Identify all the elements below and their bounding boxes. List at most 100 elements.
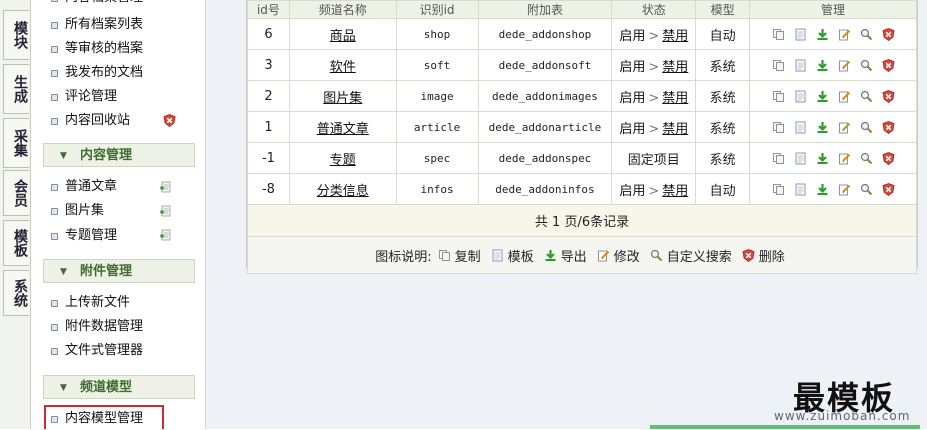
search-icon: [650, 249, 663, 262]
bullet-icon: [51, 22, 58, 29]
tab-member[interactable]: 会员: [3, 170, 29, 216]
arrow-right-icon: >: [648, 28, 660, 44]
triangle-down-icon: ▼: [60, 151, 67, 161]
disable-link[interactable]: 禁用: [662, 91, 688, 106]
channel-name-link[interactable]: 软件: [330, 60, 356, 75]
table-row: -1 专题 spec dede_addonspec 固定项目 系统: [247, 142, 917, 174]
group-attachment-manage[interactable]: ▼ 附件管理: [43, 259, 195, 283]
cell-status: 启用 > 禁用: [611, 111, 697, 143]
channel-name-link[interactable]: 分类信息: [317, 184, 369, 199]
edit-icon[interactable]: [838, 59, 851, 72]
export-icon[interactable]: [816, 59, 829, 72]
cell-channel-name: 普通文章: [288, 111, 397, 143]
left-tab-strip: 模块 生成 采集 会员 模板 系统: [0, 0, 31, 429]
tab-collect[interactable]: 采集: [3, 118, 29, 168]
cell-id: 6: [247, 18, 290, 50]
cell-status: 启用 > 禁用: [611, 80, 697, 112]
tab-generate[interactable]: 生成: [3, 64, 29, 114]
cell-manage: [749, 111, 917, 143]
status-enabled: 启用: [619, 28, 646, 44]
cell-nid: infos: [395, 173, 479, 205]
cell-id: -8: [247, 173, 290, 205]
edit-icon[interactable]: [838, 152, 851, 165]
edit-icon[interactable]: [838, 121, 851, 134]
cell-addon-table: dede_addonarticle: [477, 111, 613, 143]
edit-icon[interactable]: [838, 28, 851, 41]
edit-icon[interactable]: [838, 183, 851, 196]
search-icon[interactable]: [860, 183, 873, 196]
copy-icon: [438, 249, 451, 262]
watermark-url: www.zuimoban.com: [774, 409, 911, 423]
disable-link[interactable]: 禁用: [662, 184, 688, 199]
template-icon[interactable]: [794, 121, 807, 134]
search-icon[interactable]: [860, 90, 873, 103]
legend-delete: 删除: [742, 246, 785, 265]
channel-name-link[interactable]: 专题: [330, 153, 356, 168]
template-icon[interactable]: [794, 152, 807, 165]
edit-icon[interactable]: [838, 90, 851, 103]
disable-link[interactable]: 禁用: [662, 122, 688, 137]
tab-template[interactable]: 模板: [3, 220, 29, 266]
disable-link[interactable]: 禁用: [662, 60, 688, 75]
header-status: 状态: [611, 0, 697, 19]
cell-model: 系统: [695, 49, 751, 81]
add-article-icon[interactable]: [159, 181, 171, 193]
copy-icon[interactable]: [772, 121, 785, 134]
delete-icon[interactable]: [882, 89, 895, 103]
template-icon[interactable]: [794, 59, 807, 72]
copy-icon[interactable]: [772, 28, 785, 41]
group-channel-model[interactable]: ▼ 频道模型: [43, 375, 195, 399]
export-icon[interactable]: [816, 121, 829, 134]
search-icon[interactable]: [860, 59, 873, 72]
cell-nid: spec: [395, 142, 479, 174]
add-album-icon[interactable]: [159, 205, 171, 217]
channel-name-link[interactable]: 商品: [330, 29, 356, 44]
bullet-icon: [51, 208, 58, 215]
delete-icon[interactable]: [882, 151, 895, 165]
export-icon[interactable]: [816, 90, 829, 103]
manage-icons: [750, 151, 916, 165]
delete-icon[interactable]: [882, 27, 895, 41]
copy-icon[interactable]: [772, 90, 785, 103]
delete-icon[interactable]: [882, 120, 895, 134]
copy-icon[interactable]: [772, 152, 785, 165]
delete-icon[interactable]: [882, 182, 895, 196]
search-icon[interactable]: [860, 28, 873, 41]
arrow-right-icon: >: [648, 90, 660, 106]
green-bar: [650, 425, 920, 429]
search-icon[interactable]: [860, 121, 873, 134]
bullet-icon: [51, 118, 58, 125]
disable-link[interactable]: 禁用: [662, 29, 688, 44]
table-row: 2 图片集 image dede_addonimages 启用 > 禁用 系统: [247, 80, 917, 112]
cell-model: 系统: [695, 80, 751, 112]
copy-icon[interactable]: [772, 59, 785, 72]
manage-icons: [750, 89, 916, 103]
export-icon[interactable]: [816, 28, 829, 41]
cell-addon-table: dede_addonspec: [477, 142, 613, 174]
status-enabled: 启用: [619, 59, 646, 75]
delete-icon[interactable]: [882, 58, 895, 72]
add-special-icon[interactable]: [159, 229, 171, 241]
tab-modules[interactable]: 模块: [3, 10, 29, 60]
template-icon[interactable]: [794, 183, 807, 196]
copy-icon[interactable]: [772, 183, 785, 196]
tab-system[interactable]: 系统: [3, 270, 29, 316]
icon-legend: 图标说明: 复制 模板 导出 修改 自定义搜索 删除: [248, 246, 916, 265]
group-content-manage[interactable]: ▼ 内容管理: [43, 143, 195, 167]
arrow-right-icon: >: [648, 59, 660, 75]
table-row: 1 普通文章 article dede_addonarticle 启用 > 禁用 系统: [247, 111, 917, 143]
template-icon[interactable]: [794, 90, 807, 103]
cell-channel-name: 专题: [288, 142, 397, 174]
cell-id: 3: [247, 49, 290, 81]
channel-name-link[interactable]: 普通文章: [317, 122, 369, 137]
bullet-icon: [51, 70, 58, 77]
channel-name-link[interactable]: 图片集: [323, 91, 362, 106]
template-icon[interactable]: [794, 28, 807, 41]
header-id: id号: [247, 0, 290, 19]
legend-copy: 复制: [438, 246, 481, 265]
recycle-delete-icon[interactable]: [163, 114, 176, 127]
export-icon[interactable]: [816, 183, 829, 196]
manage-icons: [750, 27, 916, 41]
search-icon[interactable]: [860, 152, 873, 165]
export-icon[interactable]: [816, 152, 829, 165]
